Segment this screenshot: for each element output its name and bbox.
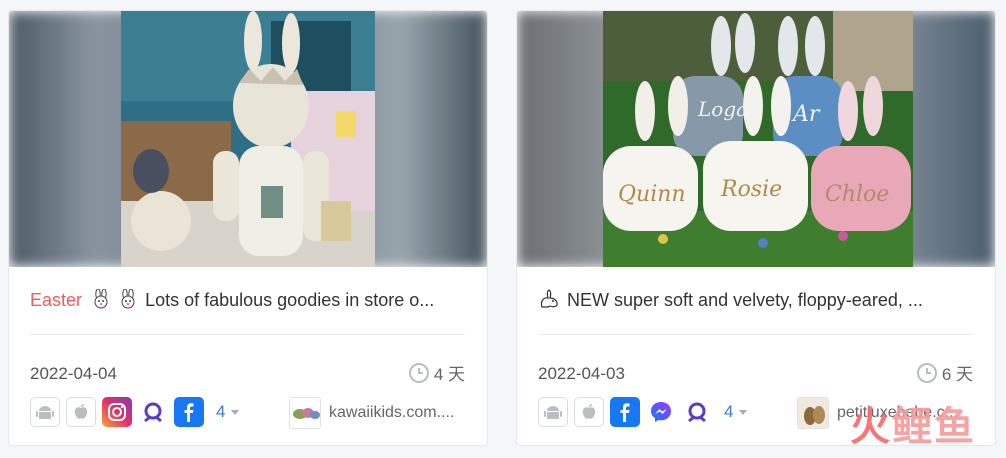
platform-list: 4 bbox=[538, 397, 748, 427]
watermark-logo: 火鲤鱼 bbox=[850, 394, 976, 452]
ad-tag: Easter bbox=[30, 290, 83, 310]
advertiser-avatar bbox=[289, 397, 321, 429]
facebook-icon[interactable] bbox=[610, 397, 640, 427]
bag-name-quinn: Quinn bbox=[618, 182, 686, 207]
clock-icon bbox=[408, 362, 429, 383]
more-platforms-count: 4 bbox=[724, 402, 734, 421]
ad-age-text: 4 天 bbox=[433, 365, 465, 384]
ad-media[interactable]: Logan Ar Quinn Rosie Chloe bbox=[517, 11, 995, 267]
ad-title-text: Lots of fabulous goodies in store o... bbox=[145, 290, 435, 310]
watermark-part-2: 鲤鱼 bbox=[892, 404, 976, 450]
ad-card[interactable]: Easter Lots of fabulous goodies in store… bbox=[8, 10, 488, 446]
ad-title-text: NEW super soft and velvety, floppy-eared… bbox=[567, 290, 923, 310]
watermark-part-1: 火 bbox=[850, 404, 892, 450]
rabbit-face-icon bbox=[91, 289, 111, 314]
bag-name-logan: Logan bbox=[697, 97, 761, 121]
audience-network-icon[interactable] bbox=[682, 397, 712, 427]
ad-age: 4 天 bbox=[408, 360, 465, 385]
bag-name-ar: Ar bbox=[791, 102, 821, 127]
ad-date: 2022-04-03 bbox=[538, 364, 625, 383]
ad-media[interactable] bbox=[9, 11, 487, 267]
bag-name-rosie: Rosie bbox=[720, 177, 782, 202]
ad-date: 2022-04-04 bbox=[30, 364, 117, 383]
card-divider bbox=[538, 334, 973, 335]
android-icon[interactable] bbox=[538, 397, 568, 427]
clock-icon bbox=[916, 362, 937, 383]
ad-title[interactable]: NEW super soft and velvety, floppy-eared… bbox=[538, 289, 973, 314]
card-divider bbox=[30, 334, 465, 335]
rabbit-icon bbox=[538, 289, 560, 314]
instagram-icon[interactable] bbox=[102, 397, 132, 427]
bag-name-chloe: Chloe bbox=[825, 182, 889, 207]
ad-card[interactable]: Logan Ar Quinn Rosie Chloe NEW super sof… bbox=[516, 10, 996, 446]
messenger-icon[interactable] bbox=[646, 397, 676, 427]
apple-icon[interactable] bbox=[66, 397, 96, 427]
advertiser[interactable]: kawaiikids.com.... bbox=[289, 397, 465, 429]
advertiser-name: kawaiikids.com.... bbox=[329, 404, 455, 421]
more-platforms-count: 4 bbox=[216, 402, 226, 421]
advertiser-avatar bbox=[797, 397, 829, 429]
rabbit-face-icon bbox=[118, 289, 138, 314]
chevron-down-icon bbox=[231, 409, 240, 415]
apple-icon[interactable] bbox=[574, 397, 604, 427]
more-platforms-dropdown[interactable]: 4 bbox=[216, 402, 240, 422]
ad-age: 6 天 bbox=[916, 360, 973, 385]
chevron-down-icon bbox=[739, 409, 748, 415]
ad-photo: Logan Ar Quinn Rosie Chloe bbox=[603, 11, 913, 267]
more-platforms-dropdown[interactable]: 4 bbox=[724, 402, 748, 422]
facebook-icon[interactable] bbox=[174, 397, 204, 427]
ad-photo bbox=[121, 11, 375, 267]
ad-age-text: 6 天 bbox=[941, 365, 973, 384]
ad-title[interactable]: Easter Lots of fabulous goodies in store… bbox=[30, 289, 465, 314]
android-icon[interactable] bbox=[30, 397, 60, 427]
platform-list: 4 bbox=[30, 397, 240, 427]
audience-network-icon[interactable] bbox=[138, 397, 168, 427]
